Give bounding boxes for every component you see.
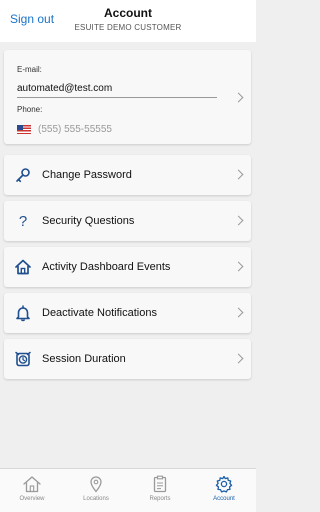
tab-locations[interactable]: Locations	[64, 475, 128, 511]
tab-overview[interactable]: Overview	[0, 475, 64, 511]
location-pin-icon	[90, 476, 102, 493]
tab-account[interactable]: Account	[192, 475, 256, 511]
tab-label: Overview	[19, 496, 45, 502]
tab-label: Reports	[149, 496, 171, 502]
alarm-clock-icon	[15, 351, 31, 367]
email-underline	[17, 97, 217, 98]
email-label: E-mail:	[17, 65, 42, 74]
menu-item-security-questions[interactable]: ? Security Questions	[4, 201, 251, 241]
menu-item-change-password[interactable]: Change Password	[4, 155, 251, 195]
chevron-right-icon	[233, 169, 244, 180]
chevron-right-icon	[233, 92, 244, 103]
tab-label: Account	[213, 496, 235, 502]
menu-item-label: Activity Dashboard Events	[42, 261, 171, 273]
home-icon	[23, 476, 41, 493]
clipboard-icon	[153, 475, 167, 493]
menu-item-label: Security Questions	[42, 215, 135, 227]
menu-item-deactivate-notifications[interactable]: Deactivate Notifications	[4, 293, 251, 333]
menu-item-session-duration[interactable]: Session Duration	[4, 339, 251, 379]
chevron-right-icon	[233, 307, 244, 318]
menu-item-activity-dashboard-events[interactable]: Activity Dashboard Events	[4, 247, 251, 287]
chevron-right-icon	[233, 261, 244, 272]
chevron-right-icon	[233, 353, 244, 364]
bell-icon	[16, 305, 30, 322]
menu-item-label: Deactivate Notifications	[42, 307, 157, 319]
gear-icon	[215, 475, 233, 493]
tab-reports[interactable]: Reports	[128, 475, 192, 511]
question-icon: ?	[19, 213, 27, 230]
page-title: Account	[104, 6, 152, 20]
bottom-tab-bar: Overview Locations Reports Account	[0, 468, 256, 512]
home-icon	[15, 259, 31, 275]
phone-field: (555) 555-55555	[38, 124, 112, 135]
profile-card[interactable]: E-mail: automated@test.com Phone: (555) …	[4, 50, 251, 144]
us-flag-icon	[17, 125, 31, 134]
page-subtitle: ESUITE DEMO CUSTOMER	[74, 23, 182, 32]
email-value: automated@test.com	[17, 83, 113, 94]
header: Sign out Account ESUITE DEMO CUSTOMER	[0, 0, 256, 42]
phone-label: Phone:	[17, 105, 43, 114]
menu-item-label: Change Password	[42, 169, 132, 181]
key-icon	[16, 168, 30, 183]
tab-label: Locations	[83, 496, 109, 502]
menu-item-label: Session Duration	[42, 353, 126, 365]
svg-text:?: ?	[19, 213, 27, 230]
chevron-right-icon	[233, 215, 244, 226]
